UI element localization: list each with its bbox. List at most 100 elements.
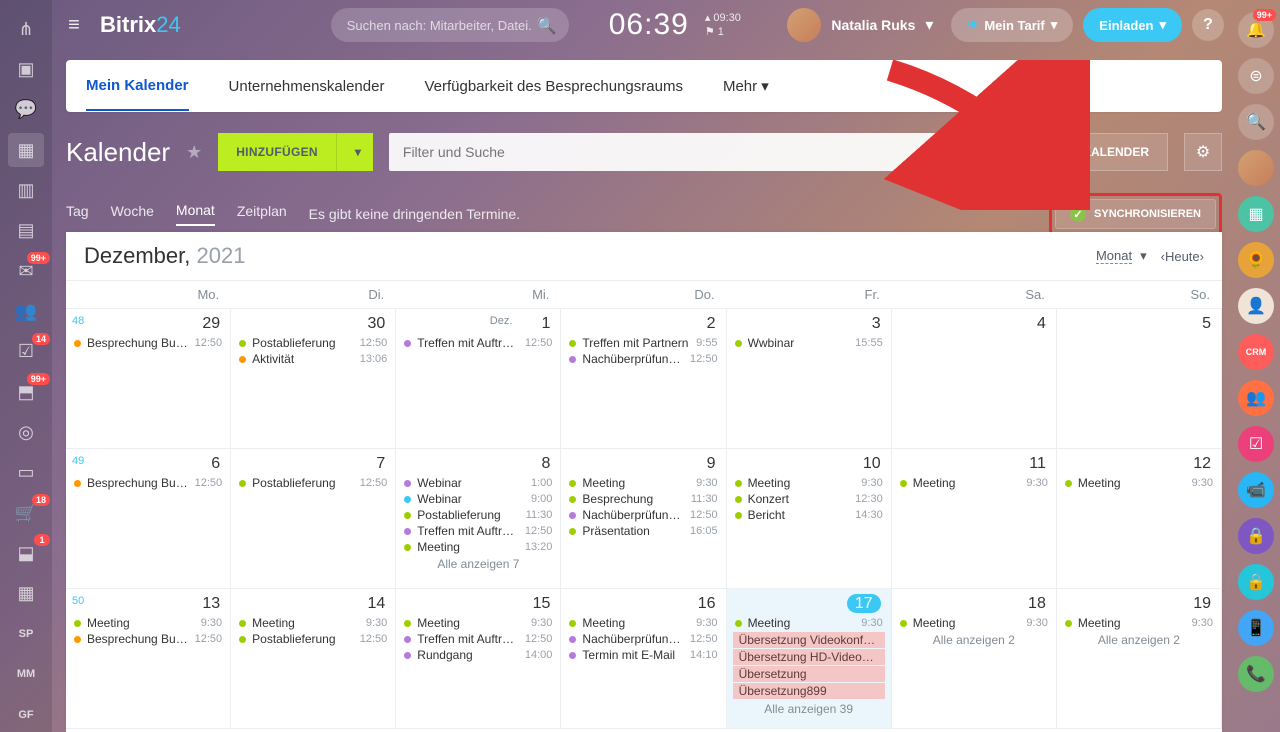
event[interactable]: Meeting9:30 — [1063, 475, 1215, 491]
day-cell[interactable]: 15Meeting9:30Treffen mit Auftrag...12:50… — [396, 589, 561, 729]
event[interactable]: Treffen mit Auftrag...12:50 — [402, 335, 554, 351]
right-rail-item[interactable]: 👥 — [1238, 380, 1274, 416]
event[interactable]: Postablieferung12:50 — [237, 475, 389, 491]
right-rail-item[interactable]: 🔍 — [1238, 104, 1274, 140]
event-bar[interactable]: Übersetzung — [733, 666, 885, 682]
day-cell[interactable]: 1Dez.Treffen mit Auftrag...12:50 — [396, 309, 561, 449]
day-cell[interactable]: 5 — [1057, 309, 1222, 449]
rail-item[interactable]: ⬒99+ — [8, 375, 44, 409]
day-cell[interactable]: 10Meeting9:30Konzert12:30Bericht14:30 — [727, 449, 892, 589]
event-bar[interactable]: Übersetzung Videokonfere... — [733, 632, 885, 648]
right-rail-item[interactable]: 🔒 — [1238, 518, 1274, 554]
user-menu[interactable]: Natalia Ruks ▾ — [787, 8, 933, 42]
day-cell[interactable]: 18Meeting9:30Alle anzeigen 2 — [892, 589, 1057, 729]
day-cell[interactable]: 19Meeting9:30Alle anzeigen 2 — [1057, 589, 1222, 729]
event[interactable]: Besprechung Buchh...12:50 — [72, 335, 224, 351]
add-button[interactable]: HINZUFÜGEN — [218, 133, 336, 171]
view-zeitplan[interactable]: Zeitplan — [237, 203, 287, 225]
day-cell[interactable]: 17Meeting9:30Übersetzung Videokonfere...… — [727, 589, 892, 729]
event[interactable]: Treffen mit Auftrag...12:50 — [402, 523, 554, 539]
show-all[interactable]: Alle anzeigen 2 — [898, 631, 1050, 647]
event[interactable]: Konzert12:30 — [733, 491, 885, 507]
event[interactable]: Meeting9:30 — [72, 615, 224, 631]
add-dropdown[interactable]: ▾ — [336, 133, 373, 171]
right-rail-item[interactable]: ☑ — [1238, 426, 1274, 462]
event[interactable]: Meeting9:30 — [733, 475, 885, 491]
gear-icon[interactable]: ⚙ — [1184, 133, 1222, 171]
right-rail-item[interactable]: ▦ — [1238, 196, 1274, 232]
day-cell[interactable]: 12Meeting9:30 — [1057, 449, 1222, 589]
right-rail-item[interactable]: 📞 — [1238, 656, 1274, 692]
rail-item[interactable]: ◎ — [8, 415, 44, 449]
event[interactable]: Meeting9:30 — [567, 475, 719, 491]
day-cell[interactable]: 5013Meeting9:30Besprechung Buchh...12:50 — [66, 589, 231, 729]
event[interactable]: Nachüberprüfung IT...12:50 — [567, 631, 719, 647]
view-monat[interactable]: Monat — [176, 202, 215, 226]
tab[interactable]: Mehr ▾ — [723, 62, 769, 110]
sync-button[interactable]: ✓SYNCHRONISIEREN — [1055, 199, 1216, 229]
rail-item[interactable]: ▭ — [8, 456, 44, 490]
event[interactable]: Postablieferung12:50 — [237, 631, 389, 647]
right-rail-item[interactable] — [1238, 150, 1274, 186]
event-bar[interactable]: Übersetzung HD-Videoanr... — [733, 649, 885, 665]
menu-icon[interactable]: ≡ — [60, 14, 88, 37]
event[interactable]: Postablieferung11:30 — [402, 507, 554, 523]
rail-item[interactable]: SP — [8, 617, 44, 651]
rail-item[interactable]: 👥 — [8, 294, 44, 328]
rail-item[interactable]: 🛒18 — [8, 496, 44, 530]
event[interactable]: Rundgang14:00 — [402, 647, 554, 663]
day-cell[interactable]: 2Treffen mit Partnern9:55Nachüberprüfung… — [561, 309, 726, 449]
right-rail-item[interactable]: 🌻 — [1238, 242, 1274, 278]
view-switcher[interactable]: Monat ▾ — [1096, 248, 1147, 264]
event[interactable]: Nachüberprüfung IT...12:50 — [567, 507, 719, 523]
event[interactable]: Bericht14:30 — [733, 507, 885, 523]
show-all[interactable]: Alle anzeigen 2 — [1063, 631, 1215, 647]
rail-item[interactable]: ☑14 — [8, 335, 44, 369]
event[interactable]: Meeting13:20 — [402, 539, 554, 555]
logo[interactable]: Bitrix24 — [100, 12, 181, 38]
day-cell[interactable]: 496Besprechung Buchh...12:50 — [66, 449, 231, 589]
event[interactable]: Besprechung11:30 — [567, 491, 719, 507]
right-rail-item[interactable]: ⊜ — [1238, 58, 1274, 94]
view-woche[interactable]: Woche — [111, 203, 154, 225]
rail-item[interactable]: MM — [8, 657, 44, 691]
day-cell[interactable]: 3Wwbinar15:55 — [727, 309, 892, 449]
rail-item[interactable]: ▣ — [8, 52, 44, 86]
event[interactable]: Webinar9:00 — [402, 491, 554, 507]
event[interactable]: Treffen mit Partnern9:55 — [567, 335, 719, 351]
show-all[interactable]: Alle anzeigen 7 — [402, 555, 554, 571]
event[interactable]: Nachüberprüfung IT...12:50 — [567, 351, 719, 367]
event[interactable]: Meeting9:30 — [898, 615, 1050, 631]
day-cell[interactable]: 11Meeting9:30 — [892, 449, 1057, 589]
tab[interactable]: Unternehmenskalender — [229, 63, 385, 110]
event[interactable]: Präsentation16:05 — [567, 523, 719, 539]
rail-item[interactable]: ▦ — [8, 133, 44, 167]
event[interactable]: Termin mit E-Mail14:10 — [567, 647, 719, 663]
kalender-button[interactable]: KALENDER — [1063, 133, 1168, 171]
day-cell[interactable]: 16Meeting9:30Nachüberprüfung IT...12:50T… — [561, 589, 726, 729]
tarif-button[interactable]: ✈Mein Tarif▾ — [951, 8, 1073, 42]
event[interactable]: Besprechung Buchh...12:50 — [72, 631, 224, 647]
day-cell[interactable]: 30Postablieferung12:50Aktivität13:06 — [231, 309, 396, 449]
rail-item[interactable]: ⋔ — [8, 12, 44, 46]
rail-item[interactable]: ▥ — [8, 173, 44, 207]
event[interactable]: Meeting9:30 — [237, 615, 389, 631]
day-cell[interactable]: 7Postablieferung12:50 — [231, 449, 396, 589]
filter-input[interactable] — [389, 133, 1047, 171]
rail-item[interactable]: GF — [8, 698, 44, 732]
help-button[interactable]: ? — [1192, 9, 1224, 41]
rail-item[interactable]: ▦ — [8, 577, 44, 611]
event[interactable]: Meeting9:30 — [567, 615, 719, 631]
tab[interactable]: Mein Kalender — [86, 62, 189, 111]
right-rail-item[interactable]: 📱 — [1238, 610, 1274, 646]
today-button[interactable]: Heute — [1165, 249, 1200, 264]
event[interactable]: Besprechung Buchh...12:50 — [72, 475, 224, 491]
event[interactable]: Meeting9:30 — [733, 615, 885, 631]
rail-item[interactable]: ⬓1 — [8, 536, 44, 570]
next-icon[interactable]: › — [1200, 249, 1204, 264]
event[interactable]: Meeting9:30 — [898, 475, 1050, 491]
search-input[interactable] — [331, 8, 569, 42]
event[interactable]: Meeting9:30 — [402, 615, 554, 631]
day-cell[interactable]: 8Webinar1:00Webinar9:00Postablieferung11… — [396, 449, 561, 589]
star-icon[interactable]: ★ — [186, 142, 202, 163]
